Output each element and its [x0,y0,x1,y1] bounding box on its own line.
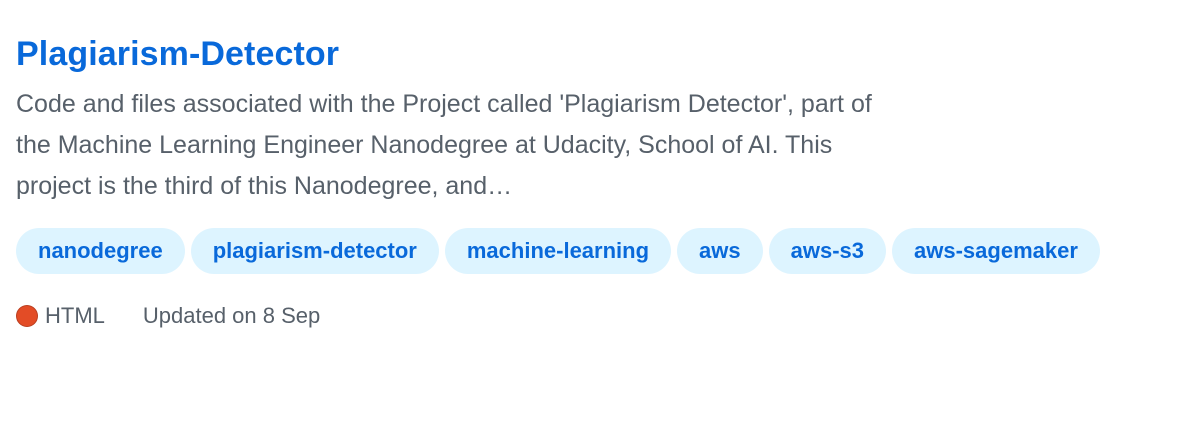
topic-tag-plagiarism-detector[interactable]: plagiarism-detector [190,228,439,274]
repo-card: Plagiarism-Detector Code and files assoc… [16,30,1186,330]
topic-tag-machine-learning[interactable]: machine-learning [444,228,672,274]
repo-title-link[interactable]: Plagiarism-Detector [16,30,339,78]
topic-tag-nanodegree[interactable]: nanodegree [16,228,185,274]
topic-tag-aws-s3[interactable]: aws-s3 [768,228,887,274]
updated-timestamp: Updated on 8 Sep [142,303,321,328]
language-color-dot-icon [16,305,38,327]
topic-tag-aws-sagemaker[interactable]: aws-sagemaker [892,228,1100,274]
language-name: HTML [45,303,105,328]
topic-list: nanodegree plagiarism-detector machine-l… [16,228,1186,274]
topic-tag-aws[interactable]: aws [677,228,763,274]
repo-meta: HTML Updated on 8 Sep [16,302,1186,330]
repo-description: Code and files associated with the Proje… [16,90,872,200]
repo-language: HTML [16,302,105,330]
